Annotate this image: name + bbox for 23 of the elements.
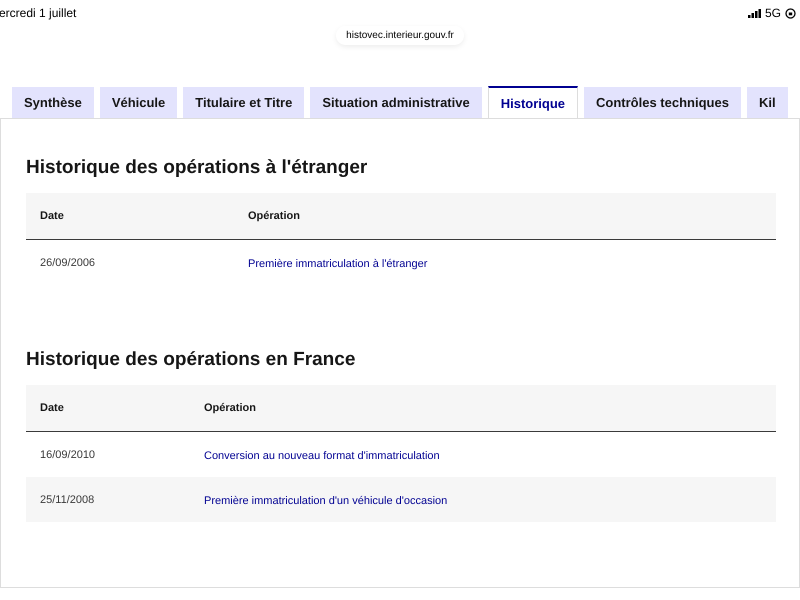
tab[interactable]: Situation administrative: [310, 87, 482, 118]
url-bar[interactable]: histovec.interieur.gouv.fr: [336, 26, 464, 45]
tab[interactable]: Véhicule: [100, 87, 178, 118]
tab[interactable]: Synthèse: [12, 87, 94, 118]
date-cell-text: 16/09/2010: [40, 448, 96, 460]
date-cell-text: 26/09/2006: [40, 256, 96, 268]
date-cell-text: 25/11/2008: [40, 494, 96, 506]
tab[interactable]: Contrôles techniques: [584, 87, 741, 118]
rotation-lock-icon: [785, 8, 796, 18]
operation-link[interactable]: Première immatriculation à l'étranger: [248, 258, 428, 270]
operation-link[interactable]: Conversion au nouveau format d'immatriculation: [204, 450, 440, 462]
signal-icon: [748, 8, 762, 18]
column-header: Date: [40, 402, 65, 414]
operation-link[interactable]: Première immatriculation d'un véhicule d'occasion: [204, 494, 448, 506]
network-label: 5G: [764, 6, 781, 20]
tab[interactable]: Historique: [488, 86, 578, 118]
section-heading: Historique des opérations en France: [26, 349, 356, 371]
column-header: Opération: [248, 210, 301, 222]
column-header: Opération: [204, 402, 257, 414]
tab[interactable]: Kil: [746, 87, 788, 118]
section-heading: Historique des opérations à l'étranger: [26, 157, 368, 179]
tab[interactable]: Titulaire et Titre: [183, 87, 304, 118]
column-header: Date: [40, 210, 65, 222]
